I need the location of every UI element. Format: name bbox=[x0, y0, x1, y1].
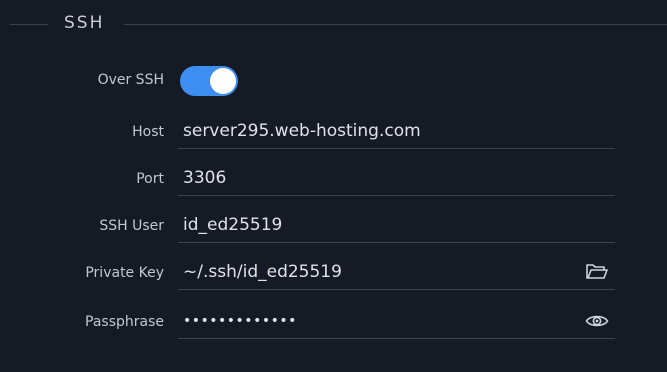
passphrase-input[interactable]: ••••••••••••• bbox=[178, 305, 615, 339]
host-value: server295.web-hosting.com bbox=[183, 121, 421, 141]
over-ssh-label: Over SSH bbox=[97, 72, 164, 88]
host-input[interactable]: server295.web-hosting.com bbox=[178, 115, 615, 149]
host-label: Host bbox=[132, 124, 164, 140]
passphrase-label: Passphrase bbox=[85, 314, 164, 330]
over-ssh-toggle[interactable] bbox=[180, 66, 238, 96]
private-key-label: Private Key bbox=[85, 265, 164, 281]
private-key-value: ~/.ssh/id_ed25519 bbox=[183, 262, 342, 282]
folder-open-icon[interactable] bbox=[585, 262, 609, 282]
section-title: SSH bbox=[64, 13, 105, 33]
eye-icon[interactable] bbox=[585, 311, 609, 331]
port-label: Port bbox=[136, 171, 164, 187]
ssh-user-label: SSH User bbox=[99, 218, 164, 234]
ssh-user-input[interactable]: id_ed25519 bbox=[178, 209, 615, 243]
port-value: 3306 bbox=[183, 168, 227, 188]
ssh-section-header: SSH bbox=[0, 0, 667, 46]
ssh-user-value: id_ed25519 bbox=[183, 215, 283, 235]
private-key-input[interactable]: ~/.ssh/id_ed25519 bbox=[178, 256, 615, 290]
port-input[interactable]: 3306 bbox=[178, 162, 615, 196]
passphrase-masked-value: ••••••••••••• bbox=[183, 313, 297, 329]
section-divider-right bbox=[124, 24, 667, 25]
section-divider-left bbox=[10, 24, 48, 25]
toggle-knob bbox=[210, 68, 236, 94]
